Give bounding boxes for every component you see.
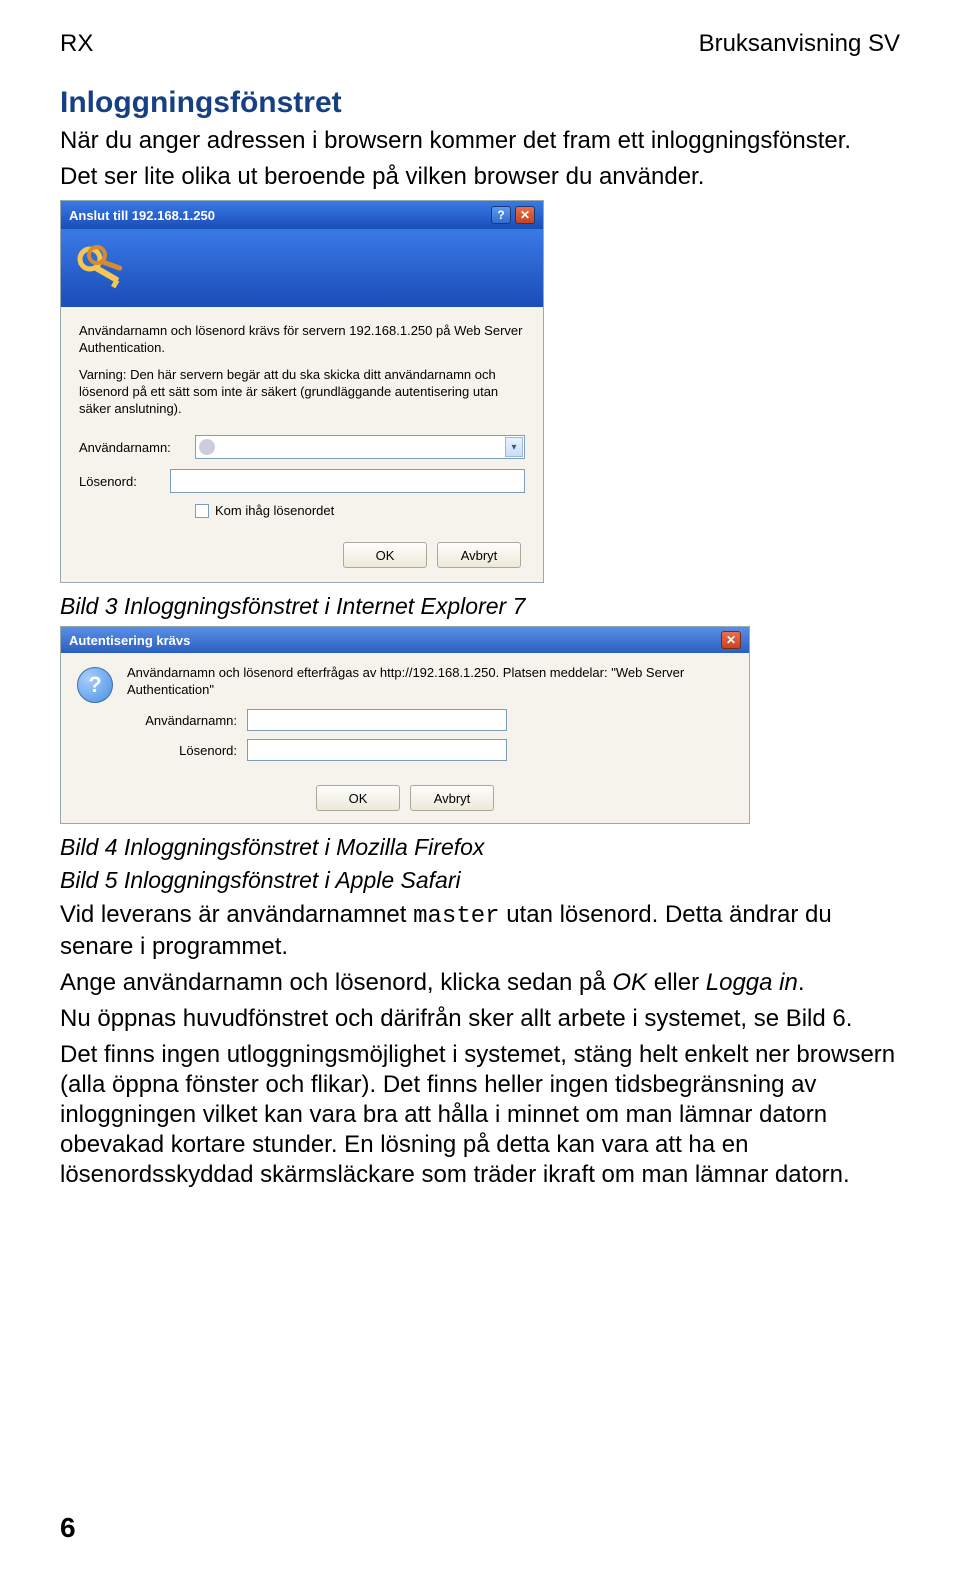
ok-button[interactable]: OK	[343, 542, 427, 568]
remember-label: Kom ihåg lösenordet	[215, 503, 334, 518]
ok-button[interactable]: OK	[316, 785, 400, 811]
ff-username-input[interactable]	[247, 709, 507, 731]
close-icon[interactable]: ✕	[721, 631, 741, 649]
cancel-button[interactable]: Avbryt	[410, 785, 494, 811]
ie-title-text: Anslut till 192.168.1.250	[69, 208, 215, 223]
ff-username-label: Användarnamn:	[127, 713, 247, 728]
ie-instruction: Användarnamn och lösenord krävs för serv…	[79, 323, 525, 357]
ie-username-label: Användarnamn:	[79, 440, 195, 455]
header-left: RX	[60, 30, 93, 58]
help-icon[interactable]: ?	[491, 206, 511, 224]
para-huvudfonster: Nu öppnas huvudfönstret och därifrån ske…	[60, 1004, 900, 1034]
ff-message: Användarnamn och lösenord efterfrågas av…	[127, 665, 733, 699]
para-ange: Ange användarnamn och lösenord, klicka s…	[60, 968, 900, 998]
ff-password-label: Lösenord:	[127, 743, 247, 758]
para-utloggning: Det finns ingen utloggningsmöjlighet i s…	[60, 1040, 900, 1190]
ie-warning: Varning: Den här servern begär att du sk…	[79, 367, 525, 418]
chevron-down-icon[interactable]: ▾	[505, 437, 523, 457]
para-leverans: Vid leverans är användarnamnet master ut…	[60, 900, 900, 962]
firefox-login-dialog: Autentisering krävs ✕ ? Användarnamn och…	[60, 626, 750, 824]
intro-line2: Det ser lite olika ut beroende på vilken…	[60, 162, 900, 192]
ie-password-input[interactable]	[170, 469, 525, 493]
intro-line1: När du anger adressen i browsern kommer …	[60, 126, 900, 156]
ie-username-input[interactable]	[195, 435, 525, 459]
caption-ie: Bild 3 Inloggningsfönstret i Internet Ex…	[60, 593, 900, 620]
page-number: 6	[60, 1512, 76, 1544]
ie-banner	[61, 229, 543, 307]
ie-password-label: Lösenord:	[79, 474, 170, 489]
ie-login-dialog: Anslut till 192.168.1.250 ? ✕ Användarna…	[60, 200, 544, 583]
keys-icon	[75, 243, 129, 293]
ff-password-input[interactable]	[247, 739, 507, 761]
cancel-button[interactable]: Avbryt	[437, 542, 521, 568]
section-heading: Inloggningsfönstret	[60, 86, 900, 120]
ie-titlebar: Anslut till 192.168.1.250 ? ✕	[61, 201, 543, 229]
remember-checkbox[interactable]	[195, 504, 209, 518]
ff-title-text: Autentisering krävs	[69, 633, 190, 648]
header-right: Bruksanvisning SV	[699, 30, 900, 58]
caption-safari: Bild 5 Inloggningsfönstret i Apple Safar…	[60, 867, 900, 894]
caption-firefox: Bild 4 Inloggningsfönstret i Mozilla Fir…	[60, 834, 900, 861]
close-icon[interactable]: ✕	[515, 206, 535, 224]
question-icon: ?	[77, 667, 113, 703]
ff-titlebar: Autentisering krävs ✕	[61, 627, 749, 653]
